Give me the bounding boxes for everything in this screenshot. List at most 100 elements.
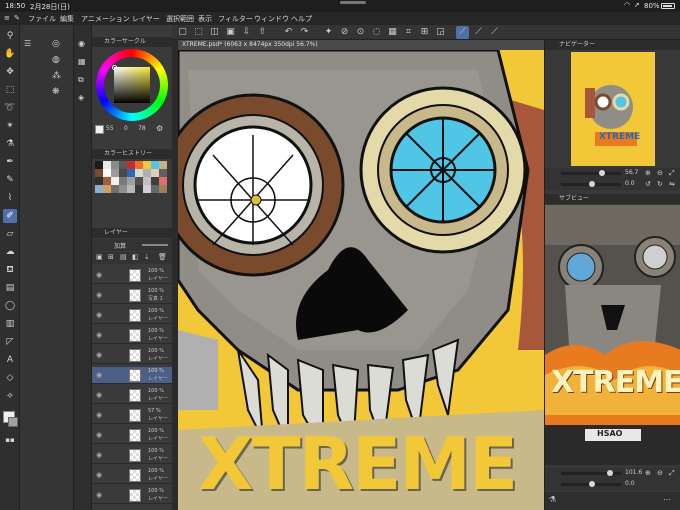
navigator-fit-icon[interactable]: ⤢ xyxy=(669,169,675,178)
eye-icon[interactable]: ◉ xyxy=(96,311,104,319)
drawing-canvas[interactable]: XTREME xyxy=(178,50,544,510)
subview-menu-icon[interactable]: ⋯ xyxy=(663,495,671,504)
sub-tool-droplet[interactable]: ❋ xyxy=(52,87,60,97)
eye-icon[interactable]: ◉ xyxy=(96,371,104,379)
transform-icon[interactable]: ⬚ xyxy=(192,26,205,39)
layer-row[interactable]: ◉ 100 % レイヤー xyxy=(92,367,172,384)
navigator-preview[interactable]: XTREME xyxy=(571,52,655,166)
new-folder-icon[interactable]: ▤ xyxy=(120,253,127,261)
new-layer-icon[interactable]: ▣ xyxy=(96,253,103,261)
menu-item-filter[interactable]: フィルター xyxy=(218,14,253,24)
multitask-handle[interactable] xyxy=(340,1,366,4)
layer-row[interactable]: ◉ 100 % レイヤー xyxy=(92,427,172,444)
subview-zoom-in-icon[interactable]: ⊕ xyxy=(645,469,651,477)
color-history-swatch[interactable] xyxy=(135,177,143,185)
color-history-swatch[interactable] xyxy=(127,161,135,169)
color-history-swatch[interactable] xyxy=(95,177,103,185)
navigator-rotate-left-icon[interactable]: ↺ xyxy=(645,180,651,188)
color-history-swatch[interactable] xyxy=(143,169,151,177)
navigator-flip-icon[interactable]: ⇋ xyxy=(669,180,675,188)
app-menu-icon[interactable]: ≡ xyxy=(4,14,10,22)
color-history-swatch[interactable] xyxy=(159,185,167,193)
layer-row[interactable]: ◉ 100 % 写真 1 xyxy=(92,287,172,304)
delete-layer-icon[interactable]: 🗑 xyxy=(158,253,167,261)
saturation-value-square[interactable] xyxy=(114,67,150,103)
crop-icon[interactable]: ⌗ xyxy=(402,26,415,39)
eye-icon[interactable]: ◉ xyxy=(96,391,104,399)
layer-row[interactable]: ◉ 100 % レイヤー xyxy=(92,347,172,364)
color-history-swatch[interactable] xyxy=(151,169,159,177)
brush-icon[interactable]: ⌇ xyxy=(3,191,17,205)
navigator-zoom-out-icon[interactable]: ⊖ xyxy=(657,169,663,177)
blend-mode-select[interactable]: 加算 xyxy=(114,241,126,250)
color-history-swatch[interactable] xyxy=(143,161,151,169)
navigator-rotate-knob[interactable] xyxy=(589,181,595,187)
layer-row[interactable]: ◉ 100 % レイヤー xyxy=(92,307,172,324)
opacity-slider[interactable] xyxy=(142,244,168,246)
fill-bucket-icon[interactable]: ⛾ xyxy=(3,263,17,277)
menu-item-edit[interactable]: 編集 xyxy=(60,14,74,24)
grid-snap-icon[interactable]: ⟋ xyxy=(488,26,501,39)
correct-line-icon[interactable]: ⟡ xyxy=(3,389,17,403)
eye-icon[interactable]: ◉ xyxy=(96,471,104,479)
zoom-icon[interactable]: ⚲ xyxy=(3,29,17,43)
sub-tool-airbrush-hard[interactable]: ◍ xyxy=(52,55,60,65)
new-vector-icon[interactable]: ⊞ xyxy=(108,253,114,261)
mask-icon[interactable]: ◧ xyxy=(132,253,139,261)
eye-icon[interactable]: ◉ xyxy=(96,351,104,359)
select-all-icon[interactable]: ✦ xyxy=(322,26,335,39)
color-history-swatch[interactable] xyxy=(127,169,135,177)
new-canvas-icon[interactable]: ▢ xyxy=(176,26,189,39)
subview-fit-icon[interactable]: ⤢ xyxy=(669,469,675,478)
color-history-swatch[interactable] xyxy=(151,177,159,185)
color-history-swatch[interactable] xyxy=(103,185,111,193)
move-icon[interactable]: ✥ xyxy=(3,65,17,79)
subview-zoom-knob[interactable] xyxy=(607,470,613,476)
color-history-swatch[interactable] xyxy=(119,161,127,169)
airbrush-icon[interactable]: ✐ xyxy=(3,209,17,223)
color-history-swatch[interactable] xyxy=(95,161,103,169)
merge-down-icon[interactable]: ⇣ xyxy=(144,253,150,261)
save-icon[interactable]: ▣ xyxy=(224,26,237,39)
color-history-swatch[interactable] xyxy=(111,177,119,185)
undo-icon[interactable]: ↶ xyxy=(282,26,295,39)
color-picker-cursor[interactable] xyxy=(112,65,117,70)
layer-property-icon[interactable]: ⧉ xyxy=(78,75,84,85)
color-history-swatch[interactable] xyxy=(159,161,167,169)
text-icon[interactable]: A xyxy=(3,353,17,367)
eraser-icon[interactable]: ▱ xyxy=(3,227,17,241)
layer-row[interactable]: ◉ 100 % レイヤー xyxy=(92,387,172,404)
menu-item-window[interactable]: ウィンドウ xyxy=(254,14,289,24)
color-history-swatch[interactable] xyxy=(127,185,135,193)
scale-icon[interactable]: ⊞ xyxy=(418,26,431,39)
eye-icon[interactable]: ◉ xyxy=(96,431,104,439)
menu-item-view[interactable]: 表示 xyxy=(198,14,212,24)
color-mode-icon[interactable]: ⚙ xyxy=(156,124,163,133)
eye-icon[interactable]: ◉ xyxy=(96,491,104,499)
color-history-swatch[interactable] xyxy=(103,169,111,177)
navigator-zoom-slider[interactable] xyxy=(561,172,621,175)
menu-item-selection[interactable]: 選択範囲 xyxy=(166,14,194,24)
canvas-tab[interactable]: XTREME.psd* (6063 x 8474px 350dpi 56.7%) xyxy=(178,40,544,50)
color-history-swatch[interactable] xyxy=(159,169,167,177)
color-history-swatch[interactable] xyxy=(119,185,127,193)
color-history-swatch[interactable] xyxy=(103,177,111,185)
layer-row[interactable]: ◉ 100 % レイヤー xyxy=(92,447,172,464)
color-history-swatch[interactable] xyxy=(95,169,103,177)
color-history-swatch[interactable] xyxy=(151,161,159,169)
navigator-rotate-right-icon[interactable]: ↻ xyxy=(657,180,663,188)
frame-icon[interactable]: ▥ xyxy=(3,317,17,331)
sub-tool-menu-icon[interactable]: ☰ xyxy=(24,39,31,48)
eye-icon[interactable]: ◉ xyxy=(96,451,104,459)
color-history-swatch[interactable] xyxy=(151,185,159,193)
layer-row[interactable]: ◉ 100 % レイヤー xyxy=(92,467,172,484)
import-icon[interactable]: ⇩ xyxy=(240,26,253,39)
sub-tool-spray[interactable]: ⁂ xyxy=(52,71,61,81)
color-history-swatch[interactable] xyxy=(143,177,151,185)
magic-wand-icon[interactable]: ✴ xyxy=(3,119,17,133)
current-color-swatch[interactable] xyxy=(95,125,104,134)
eye-icon[interactable]: ◉ xyxy=(96,271,104,279)
subview-preview[interactable]: XTREME HSAO xyxy=(545,205,680,465)
rotate-icon[interactable]: ◲ xyxy=(434,26,447,39)
color-history-swatch[interactable] xyxy=(111,169,119,177)
